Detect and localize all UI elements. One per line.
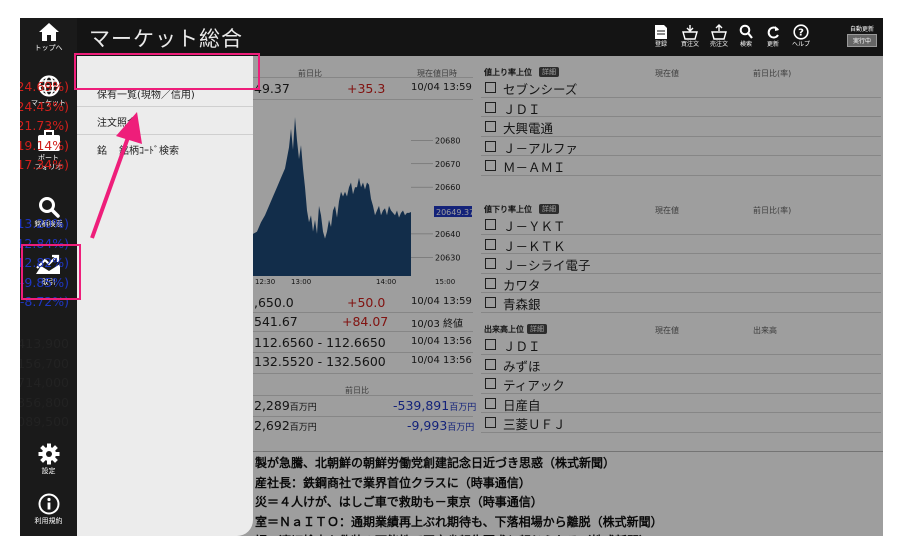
register-label: 登録 <box>654 41 667 48</box>
search-label: 検索 <box>739 41 752 48</box>
highlight-box-trade <box>21 244 81 300</box>
search-icon <box>38 197 60 218</box>
sell-order-icon <box>711 24 727 40</box>
home-icon <box>38 23 59 41</box>
stock-change: +291(+21.73%) <box>20 118 69 133</box>
stock-change: +54(+24.43%) <box>20 98 69 114</box>
sell-order-label: 売注文 <box>709 41 728 48</box>
refresh-icon <box>767 26 779 39</box>
gear-icon <box>38 443 59 465</box>
stock-volume: 250,413,900 <box>20 336 69 351</box>
info-icon <box>38 493 59 515</box>
sidebar-item-label: トップへ <box>34 44 63 52</box>
auto-update: 自動更新 実行中 <box>847 24 877 47</box>
sidebar-item-label: 設定 <box>41 467 56 475</box>
stock-change: +400(+24.69%) <box>20 79 69 94</box>
buy-order-label: 買注文 <box>680 41 699 48</box>
stock-volume: 68,156,700 <box>20 355 69 371</box>
stock-change: +150(+17.34%) <box>20 157 69 172</box>
help-label: ヘルプ <box>791 41 810 48</box>
stock-change: +58(+19.14%) <box>20 137 69 153</box>
search-icon <box>739 24 753 39</box>
divider <box>77 106 253 107</box>
stock-volume: 58,714,000 <box>20 375 69 390</box>
buy-order-button[interactable]: 買注文 <box>678 24 702 48</box>
stock-volume: 44,356,800 <box>20 394 69 410</box>
sidebar-item-top[interactable]: トップへ <box>20 22 77 53</box>
buy-order-icon <box>682 25 698 40</box>
highlight-box-menu <box>74 53 260 90</box>
help-button[interactable]: ? ヘルプ <box>789 24 813 48</box>
svg-text:?: ? <box>798 28 804 39</box>
sidebar-item-terms[interactable]: 利用規約 <box>20 493 77 526</box>
refresh-label: 更新 <box>766 41 779 48</box>
pointer-arrow-icon <box>90 112 142 239</box>
help-icon: ? <box>793 24 809 40</box>
header-bar: マーケット総合 登録 買注文 売注文 検索 更新 ? ヘルプ 自動更新 実行中 <box>77 18 883 56</box>
stock-change: -59(-13.20%) <box>20 216 69 231</box>
auto-update-label: 自動更新 <box>849 26 874 33</box>
refresh-button[interactable]: 更新 <box>761 24 785 48</box>
stock-volume: 42,089,500 <box>20 414 69 429</box>
page-title: マーケット総合 <box>89 27 243 51</box>
sidebar-item-label: 利用規約 <box>34 517 63 525</box>
register-button[interactable]: 登録 <box>649 24 673 48</box>
auto-update-button[interactable]: 実行中 <box>847 34 877 47</box>
sell-order-button[interactable]: 売注文 <box>707 24 731 48</box>
app-window: トップへ マーケット ポート フォリオ 銘柄検索 取引 設定 利用規約 マーケッ… <box>20 18 883 536</box>
sidebar-item-settings[interactable]: 設定 <box>20 443 77 476</box>
header-search-button[interactable]: 検索 <box>734 24 758 48</box>
register-icon <box>655 25 667 39</box>
